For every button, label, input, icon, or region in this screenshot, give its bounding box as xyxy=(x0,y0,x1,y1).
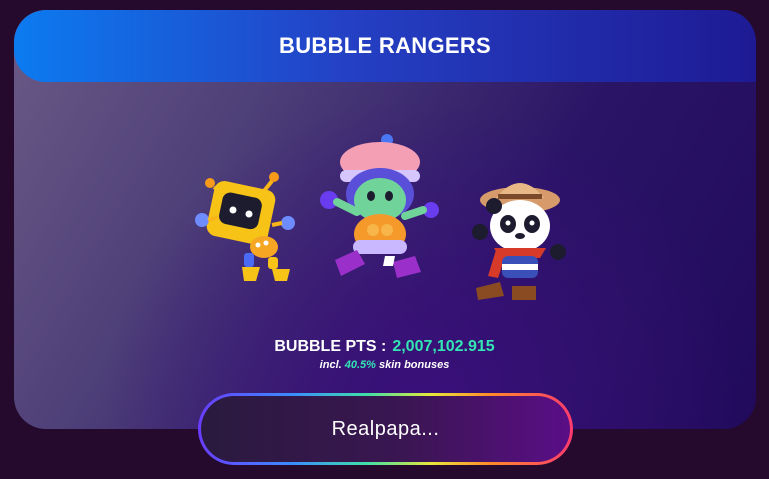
player-name-label: Realpapa... xyxy=(201,396,570,462)
card-header: BUBBLE RANGERS xyxy=(14,10,756,82)
skin-bonus-line: incl. 40.5% skin bonuses xyxy=(0,359,769,371)
bonus-prefix: incl. xyxy=(319,359,342,371)
bubble-pts-label: BUBBLE PTS : xyxy=(274,338,387,355)
bubble-pts-value: 2,007,102.915 xyxy=(392,338,495,355)
alien-girl-mascot-icon xyxy=(320,134,439,278)
player-name-button[interactable]: Realpapa... xyxy=(198,393,573,465)
bubble-pts-line: BUBBLE PTS : 2,007,102.915 xyxy=(0,338,769,356)
bonus-suffix: skin bonuses xyxy=(379,359,450,371)
card-title: BUBBLE RANGERS xyxy=(279,33,491,58)
panda-explorer-mascot-icon xyxy=(472,183,566,300)
robot-mascot-icon xyxy=(195,172,295,281)
bonus-percent: 40.5% xyxy=(344,359,376,371)
